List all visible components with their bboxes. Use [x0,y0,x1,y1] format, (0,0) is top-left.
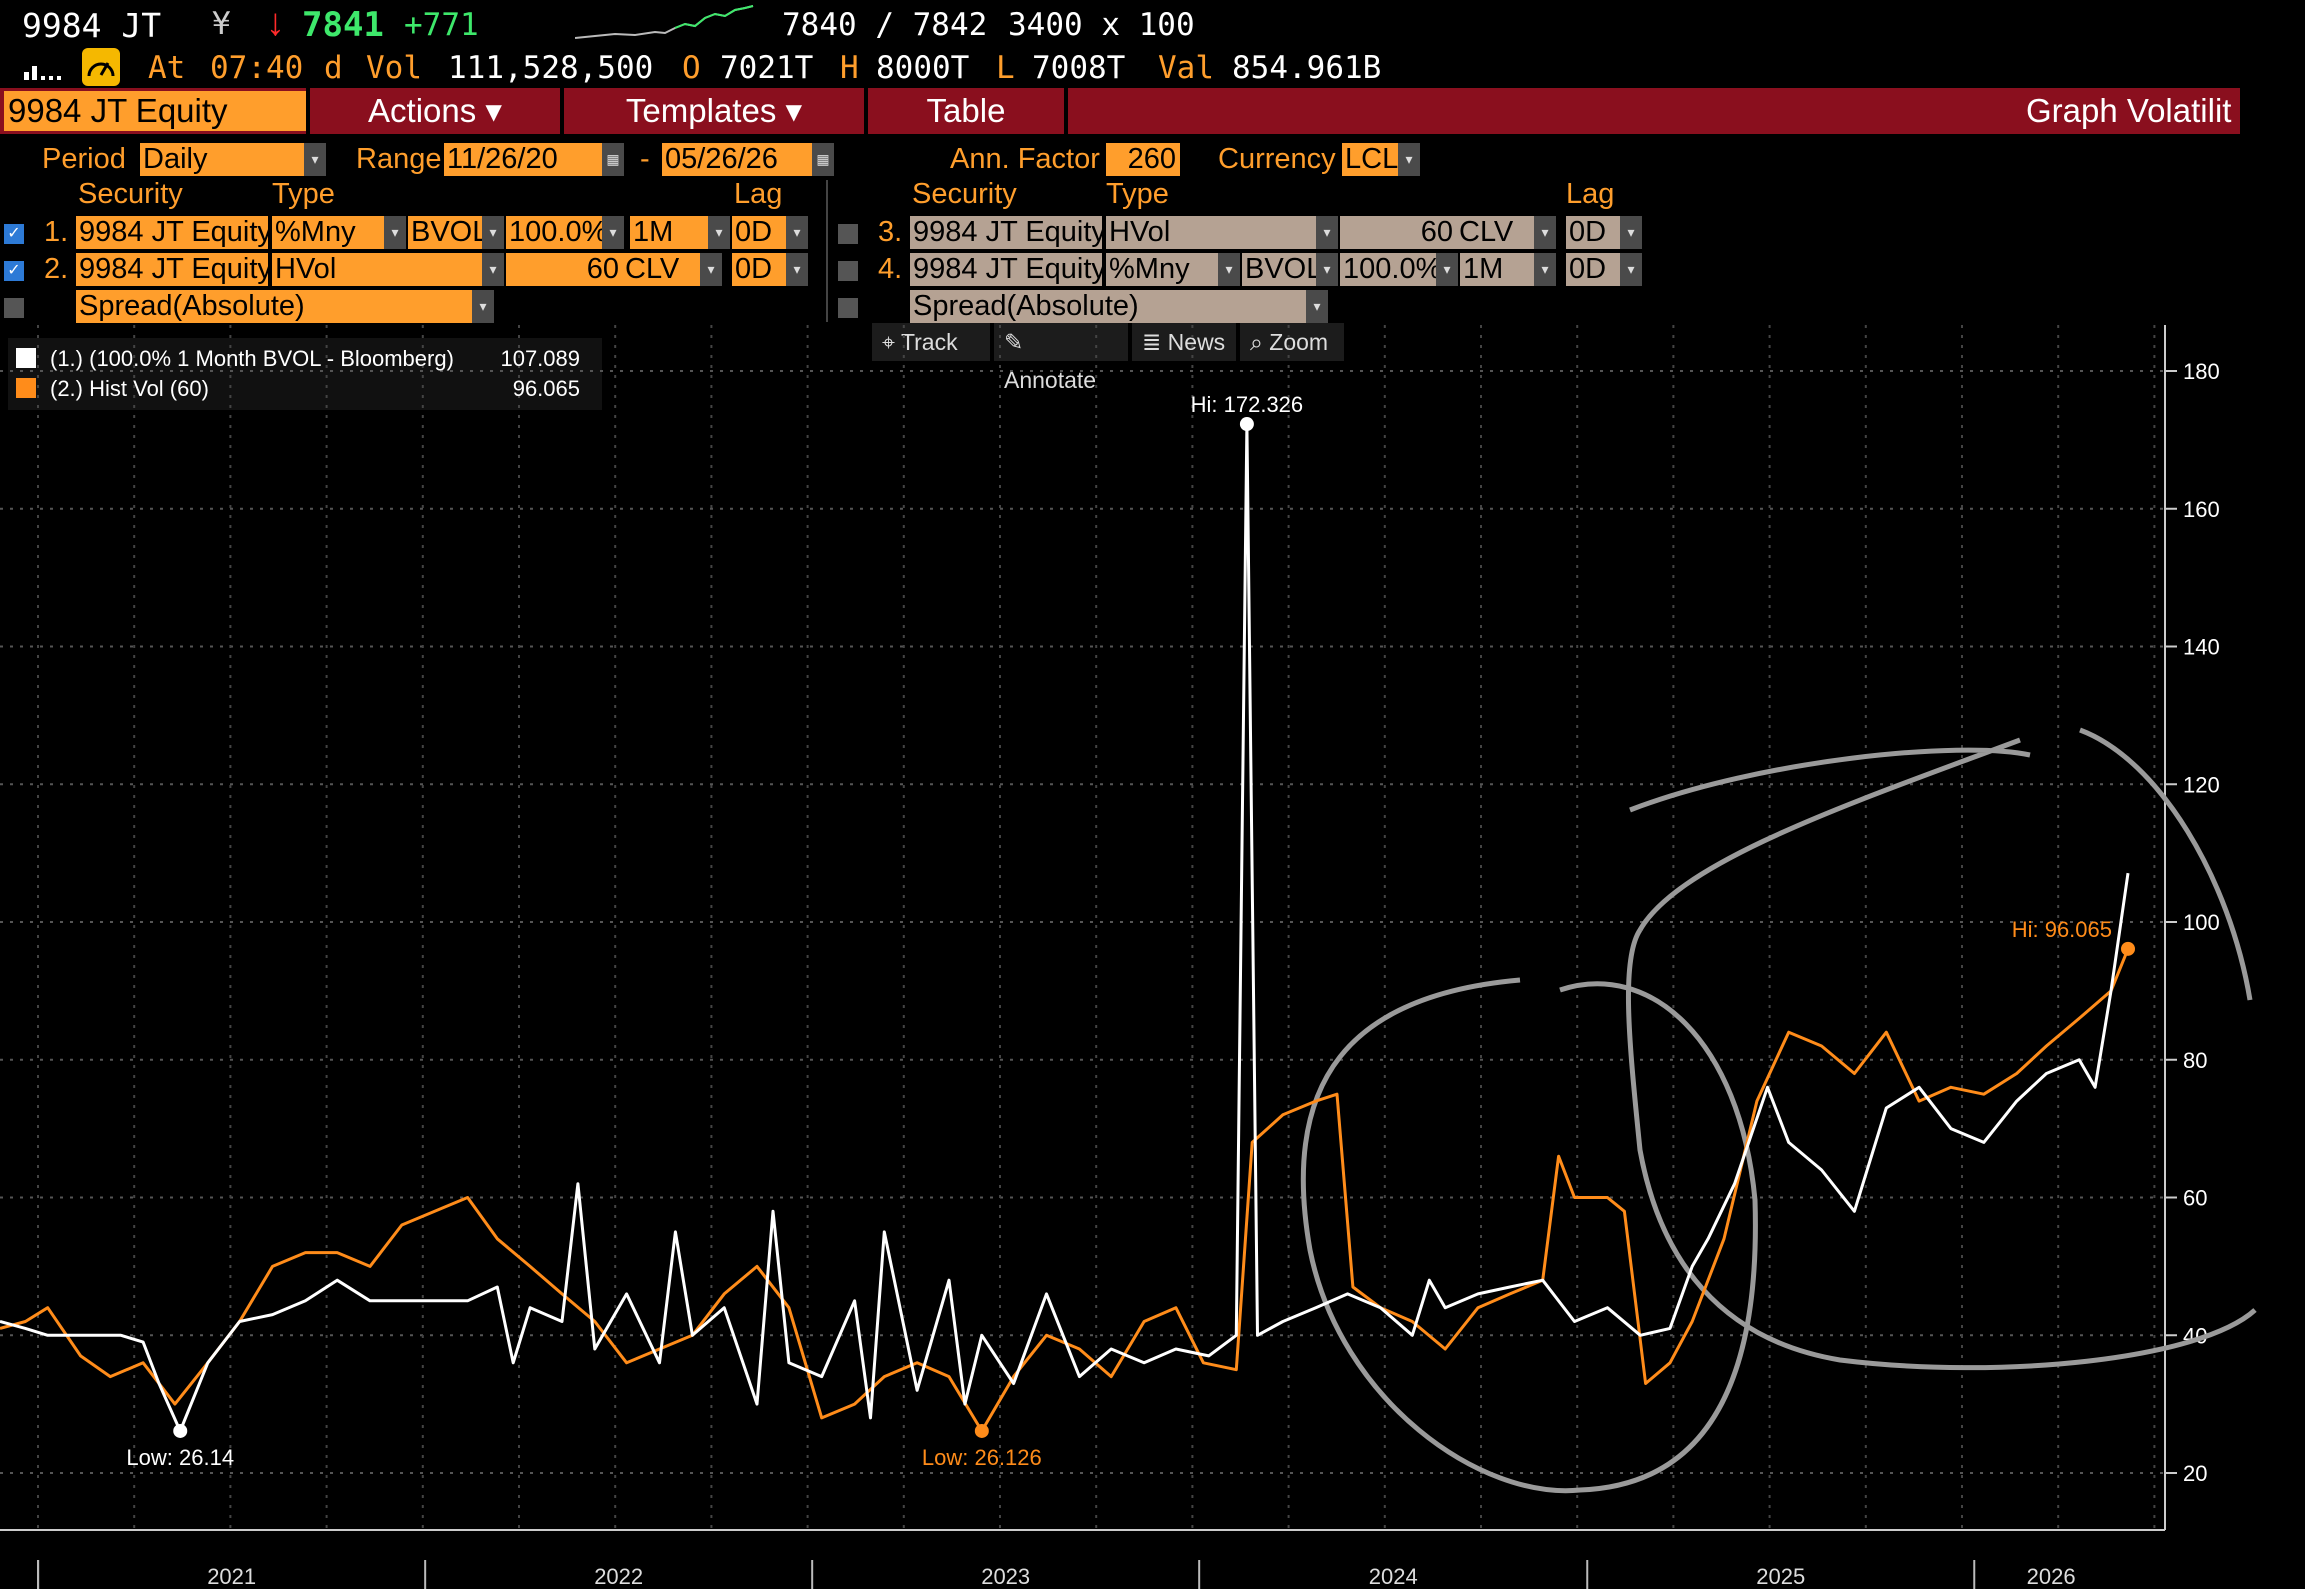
annotation-marker [2121,941,2135,956]
x-tick-label: 2024 [1369,1564,1418,1589]
legend-swatch [16,348,36,368]
annotation-marker [974,1423,989,1438]
legend-last-value: 107.089 [500,346,580,371]
annotation-label: Low: 26.14 [126,1445,234,1470]
series-2-histvol-line [0,948,2130,1433]
annotation-label: Hi: 172.326 [1191,392,1304,417]
legend-swatch [16,378,36,398]
x-tick-label: 2022 [594,1564,643,1589]
annotation-circle-2025 [1625,727,2257,1371]
annotation-label: Hi: 96.065 [2012,917,2112,942]
annotation-marker [1239,417,1254,432]
x-tick-label: 2026 [2027,1564,2076,1589]
chart-grid [0,325,2165,1530]
y-tick-label: 120 [2183,772,2220,797]
annotation-circle-2024 [1300,977,1758,1494]
y-tick-label: 60 [2183,1186,2207,1211]
x-tick-label: 2021 [207,1564,256,1589]
y-tick-label: 100 [2183,910,2220,935]
x-tick-label: 2023 [981,1564,1030,1589]
y-tick-label: 160 [2183,497,2220,522]
legend-label: (2.) Hist Vol (60) [50,376,209,401]
y-tick-label: 80 [2183,1048,2207,1073]
y-tick-label: 140 [2183,635,2220,660]
legend-last-value: 96.065 [513,376,580,401]
annotation-circles [1300,727,2257,1494]
chart-axes: 204060801001201401601802021 2022 2023 2024 2… [0,325,2220,1589]
volatility-chart[interactable]: 204060801001201401601802021 2022 2023 2024 2… [0,0,2305,1589]
y-tick-label: 20 [2183,1461,2207,1486]
series-1-bvol-line [0,422,2130,1433]
annotation-label: Low: 26.126 [922,1445,1042,1470]
y-tick-label: 180 [2183,359,2220,384]
legend-label: (1.) (100.0% 1 Month BVOL - Bloomberg) [50,346,454,371]
x-tick-label: 2025 [1756,1564,1805,1589]
annotation-marker [173,1423,188,1438]
